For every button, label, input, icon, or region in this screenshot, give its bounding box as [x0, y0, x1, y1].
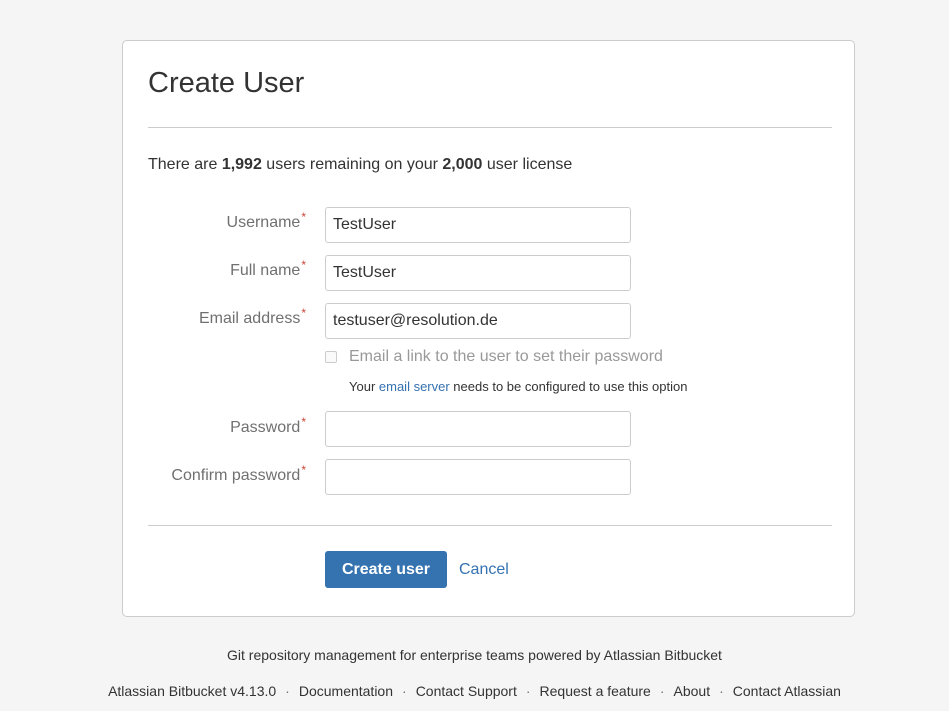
full-name-label: Full name* [230, 258, 306, 279]
email-input[interactable] [325, 303, 631, 339]
email-link-checkbox[interactable] [325, 351, 337, 363]
footer-links: Atlassian Bitbucket v4.13.0 · Documentatio… [0, 683, 949, 699]
password-input[interactable] [325, 411, 631, 447]
username-input[interactable] [325, 207, 631, 243]
footer-link-documentation[interactable]: Documentation [299, 683, 393, 699]
footer-separator: · [659, 683, 665, 699]
confirm-password-input[interactable] [325, 459, 631, 495]
footer-link-request-feature[interactable]: Request a feature [540, 683, 651, 699]
footer-separator: · [525, 683, 531, 699]
license-suffix: user license [482, 156, 573, 173]
license-middle: users remaining on your [261, 156, 443, 173]
email-server-link[interactable]: email server [379, 379, 450, 394]
create-user-button[interactable]: Create user [325, 551, 447, 588]
footer-separator: · [719, 683, 724, 699]
email-link-option: Email a link to the user to set their pa… [325, 347, 663, 367]
footer-version: Atlassian Bitbucket v4.13.0 [108, 683, 277, 699]
cancel-link[interactable]: Cancel [459, 560, 509, 580]
header-divider [148, 127, 832, 128]
footer-separator: · [285, 683, 290, 699]
license-total-count: 2,000 [442, 156, 483, 173]
license-prefix: There are [148, 156, 222, 173]
page-title: Create User [148, 67, 305, 99]
full-name-input[interactable] [325, 255, 631, 291]
confirm-password-label: Confirm password* [171, 463, 306, 484]
required-marker: * [301, 258, 306, 272]
username-label: Username* [226, 210, 306, 231]
footer-link-contact-support[interactable]: Contact Support [416, 683, 517, 699]
footer-separator: · [402, 683, 407, 699]
required-marker: * [301, 306, 306, 320]
required-marker: * [301, 463, 306, 477]
required-marker: * [301, 210, 306, 224]
email-label: Email address* [198, 306, 306, 327]
password-label: Password* [230, 415, 306, 436]
actions-divider [148, 525, 832, 526]
footer-link-contact-atlassian[interactable]: Contact Atlassian [733, 683, 841, 699]
footer-link-about[interactable]: About [674, 683, 711, 699]
create-user-panel: Create User There are 1,992 users remain… [122, 40, 855, 617]
footer-tagline: Git repository management for enterprise… [227, 647, 722, 663]
email-config-hint: Your email server needs to be configured… [349, 379, 688, 394]
license-remaining-count: 1,992 [221, 156, 262, 173]
license-info: There are 1,992 users remaining on your … [148, 155, 572, 175]
required-marker: * [301, 415, 306, 429]
email-link-checkbox-label: Email a link to the user to set their pa… [349, 348, 663, 365]
